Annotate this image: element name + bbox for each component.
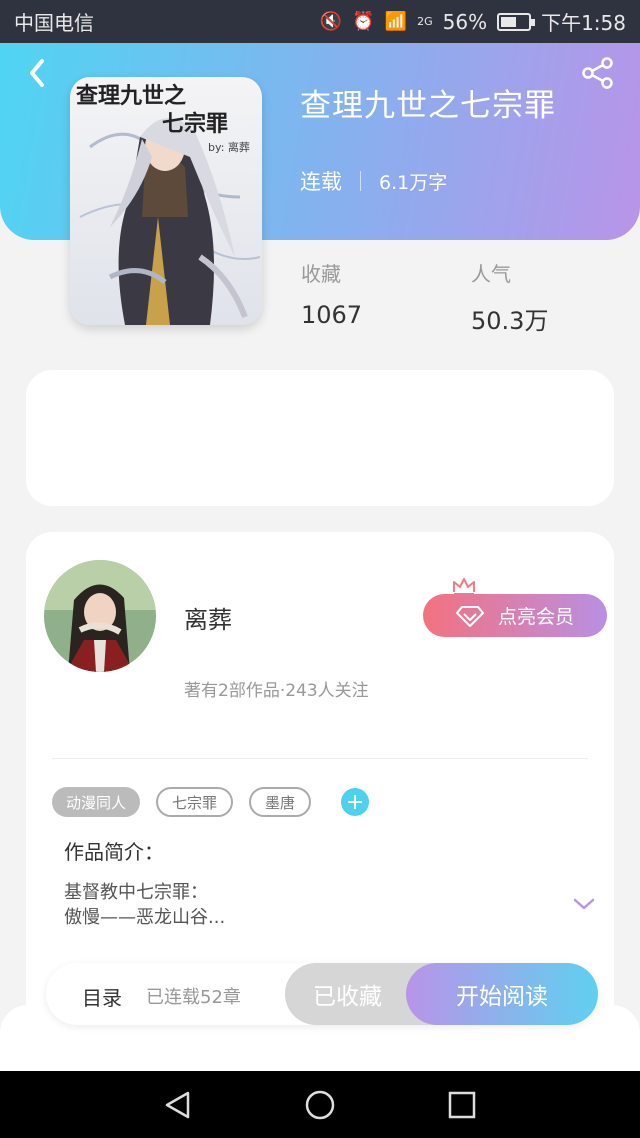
book-cover[interactable]: 查理九世之 七宗罪 by: 离葬 bbox=[70, 77, 262, 325]
nav-back-icon[interactable] bbox=[162, 1089, 194, 1121]
bottom-action-bar: 目录 已连载52章 已收藏 开始阅读 bbox=[46, 963, 598, 1025]
intro-text: 基督教中七宗罪： 傲慢——恶龙山谷... bbox=[64, 880, 464, 930]
share-icon[interactable] bbox=[580, 56, 616, 90]
battery-icon bbox=[497, 12, 536, 31]
stat-favorites: 收藏 1067 bbox=[301, 258, 362, 329]
meta-divider bbox=[360, 171, 361, 191]
tag-item[interactable]: 七宗罪 bbox=[156, 787, 234, 817]
stat-favorites-value: 1067 bbox=[301, 301, 363, 329]
tag-item[interactable]: 动漫同人 bbox=[52, 787, 141, 817]
cover-signature: by: 离葬 bbox=[208, 140, 250, 154]
alarm-icon: ⏰ bbox=[352, 11, 375, 32]
intro-line: 基督教中七宗罪： bbox=[64, 882, 208, 903]
vip-button-label: 点亮会员 bbox=[497, 606, 574, 628]
start-reading-button[interactable]: 开始阅读 bbox=[406, 963, 598, 1025]
stat-favorites-label: 收藏 bbox=[301, 262, 341, 286]
stat-popularity-label: 人气 bbox=[471, 262, 511, 286]
book-title: 查理九世之七宗罪 bbox=[300, 88, 556, 124]
crown-icon bbox=[453, 578, 475, 595]
stat-popularity: 人气 50.3万 bbox=[471, 258, 548, 336]
book-status: 连载 bbox=[300, 170, 342, 194]
system-nav-bar bbox=[0, 1071, 640, 1138]
stat-popularity-value: 50.3万 bbox=[471, 307, 549, 335]
author-name[interactable]: 离葬 bbox=[184, 600, 232, 635]
nav-home-icon[interactable] bbox=[304, 1089, 336, 1121]
mute-icon: 🔇 bbox=[319, 11, 343, 32]
book-meta: 连载 6.1万字 bbox=[300, 166, 447, 196]
network-type: 2G bbox=[417, 15, 433, 28]
wifi-icon: 📶 bbox=[384, 11, 408, 32]
battery-percent: 56% bbox=[442, 9, 488, 34]
status-bar: 中国电信 🔇 ⏰ 📶 2G 56% 下午1:58 bbox=[0, 0, 640, 43]
diamond-icon bbox=[455, 605, 484, 627]
avatar[interactable] bbox=[44, 560, 156, 672]
author-stats: 著有2部作品·243人关注 bbox=[184, 681, 369, 701]
tag-list: 动漫同人 七宗罪 墨唐 + bbox=[52, 787, 370, 817]
cover-title-line1: 查理九世之 bbox=[76, 83, 186, 109]
intro-title: 作品简介： bbox=[64, 840, 164, 864]
add-tag-button[interactable]: + bbox=[341, 788, 370, 816]
battery-fill bbox=[501, 16, 516, 27]
intro-line: 傲慢——恶龙山谷... bbox=[64, 907, 226, 928]
cover-illustration: 查理九世之 七宗罪 by: 离葬 bbox=[70, 77, 262, 325]
status-icons: 🔇 ⏰ 📶 2G 56% 下午1:58 bbox=[320, 7, 626, 36]
placeholder-card bbox=[26, 370, 614, 506]
tag-item[interactable]: 墨唐 bbox=[249, 787, 312, 817]
toc-button[interactable]: 目录 bbox=[82, 982, 122, 1011]
carrier-label: 中国电信 bbox=[14, 11, 94, 35]
word-count: 6.1万字 bbox=[379, 171, 448, 194]
clock: 下午1:58 bbox=[541, 11, 626, 35]
section-divider bbox=[52, 758, 588, 759]
chevron-down-icon[interactable] bbox=[572, 896, 596, 912]
chapter-count: 已连载52章 bbox=[146, 987, 241, 1008]
cover-title-line2: 七宗罪 bbox=[162, 111, 228, 137]
nav-recents-icon[interactable] bbox=[446, 1089, 478, 1121]
chevron-left-icon[interactable] bbox=[24, 55, 52, 91]
vip-button[interactable]: 点亮会员 bbox=[423, 594, 607, 637]
author-avatar-image bbox=[44, 560, 156, 672]
